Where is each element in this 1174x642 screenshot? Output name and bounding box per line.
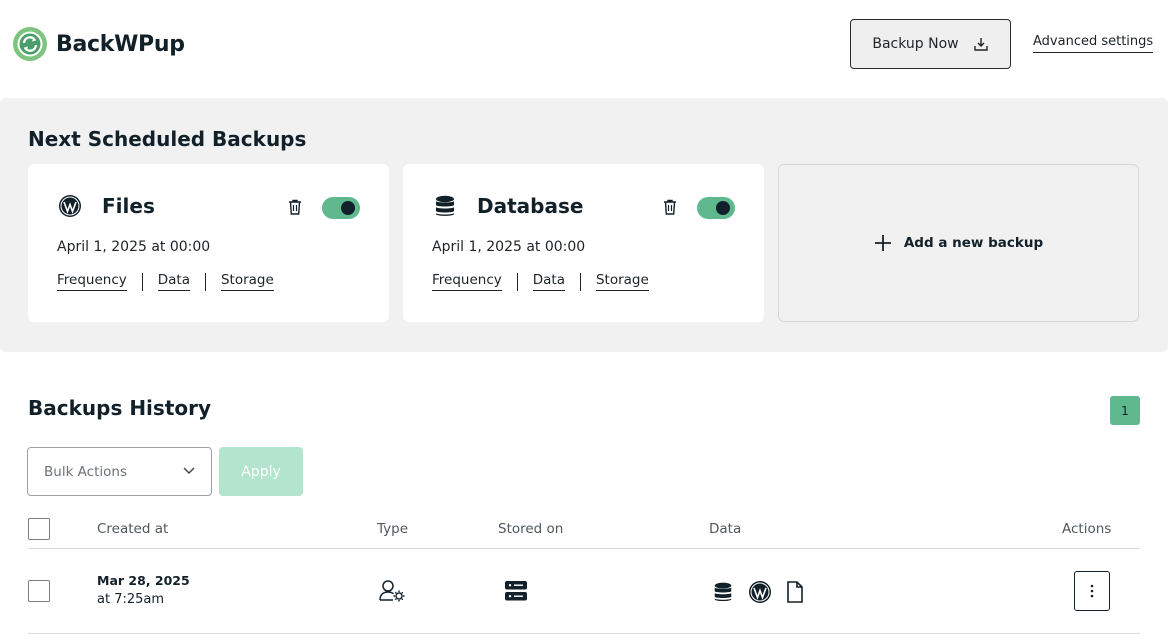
storage-link[interactable]: Storage [595,272,649,291]
column-data: Data [709,521,742,537]
database-icon [436,195,454,216]
schedule-date: April 1, 2025 at 00:00 [57,239,211,255]
column-actions: Actions [1062,521,1112,537]
card-header: Files [58,194,155,218]
schedule-date: April 1, 2025 at 00:00 [432,239,586,255]
bulk-actions-label: Bulk Actions [44,463,127,480]
database-icon [712,581,734,603]
card-header: Database [433,194,583,218]
more-vertical-icon [1090,584,1094,598]
card-title: Files [102,194,155,218]
toggle-knob [341,201,355,215]
chevron-down-icon [183,467,195,474]
column-created-at[interactable]: Created at [97,521,168,537]
row-time: at 7:25am [97,592,165,607]
schedule-card-files: Files April 1, 2025 at 00:00 Frequency D… [28,164,389,322]
schedule-card-database: Database April 1, 2025 at 00:00 Frequenc… [403,164,764,322]
wordpress-icon [59,195,81,217]
divider [141,272,143,291]
backwpup-logo-icon [13,27,47,61]
card-links: Frequency Data Storage [432,272,649,291]
backup-now-label: Backup Now [872,36,959,52]
bulk-actions-select[interactable]: Bulk Actions [27,447,212,496]
scheduled-title: Next Scheduled Backups [28,127,307,151]
download-icon [973,38,988,51]
pagination-page[interactable]: 1 [1110,396,1140,425]
backup-now-button[interactable]: Backup Now [850,19,1011,69]
header: BackWPup Backup Now Advanced settings [0,0,1174,98]
table-header-divider [28,548,1140,549]
apply-button[interactable]: Apply [219,447,303,496]
table-row-divider [28,633,1140,634]
data-link[interactable]: Data [532,272,565,291]
schedule-toggle[interactable] [697,197,735,219]
add-new-backup-button[interactable]: Add a new backup [778,164,1139,322]
row-data-icons [712,580,818,604]
row-checkbox[interactable] [28,580,50,602]
brand-name: BackWPup [56,31,185,57]
row-date: Mar 28, 2025 [97,573,190,588]
divider [204,272,206,291]
trash-icon[interactable] [288,199,302,215]
frequency-link[interactable]: Frequency [57,272,127,291]
divider [579,272,581,291]
brand-logo[interactable]: BackWPup [12,26,185,62]
row-actions-button[interactable] [1074,571,1110,611]
frequency-link[interactable]: Frequency [432,272,502,291]
plus-icon [874,235,891,251]
card-title: Database [477,194,584,218]
column-type: Type [377,521,409,537]
schedule-toggle[interactable] [322,197,360,219]
advanced-settings-link[interactable]: Advanced settings [1033,34,1154,53]
select-all-checkbox[interactable] [28,518,50,540]
data-link[interactable]: Data [157,272,190,291]
wordpress-icon [748,580,772,604]
divider [516,272,518,291]
scheduled-backups-panel: Next Scheduled Backups Files April 1, 20… [0,98,1168,352]
user-gear-icon [379,580,405,602]
history-title: Backups History [28,396,212,420]
toggle-knob [716,201,730,215]
file-icon [786,581,804,603]
storage-link[interactable]: Storage [220,272,274,291]
add-backup-label: Add a new backup [903,235,1044,251]
trash-icon[interactable] [663,199,677,215]
column-stored-on: Stored on [498,521,564,537]
card-links: Frequency Data Storage [57,272,274,291]
row-created-at: Mar 28, 2025 at 7:25am [97,573,190,607]
server-icon [505,581,527,601]
